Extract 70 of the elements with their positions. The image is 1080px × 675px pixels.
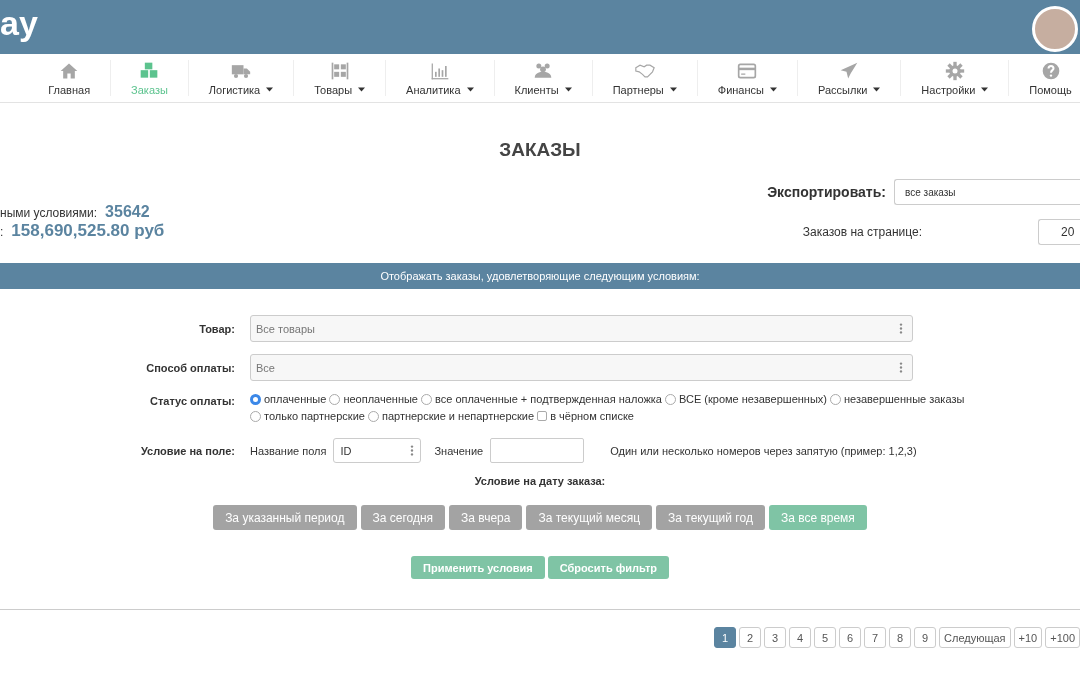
nav-item[interactable]: Помощь bbox=[1009, 60, 1080, 96]
product-label: Товар: bbox=[198, 322, 236, 335]
value-field[interactable] bbox=[490, 438, 585, 463]
option-label: все оплаченные + подтвержденная наложка bbox=[435, 393, 662, 405]
nav-item[interactable]: Главная bbox=[28, 60, 112, 96]
page-title: ЗАКАЗЫ bbox=[498, 139, 582, 161]
page-button[interactable]: 9 bbox=[914, 627, 936, 648]
date-condition-label: Условие на дату заказа: bbox=[473, 475, 607, 487]
nav-item[interactable]: Логистика bbox=[188, 60, 295, 96]
gear-icon bbox=[944, 60, 965, 81]
export-select[interactable]: все заказы bbox=[894, 179, 1080, 205]
per-page-field[interactable]: 20 bbox=[1038, 219, 1080, 245]
radio-button[interactable] bbox=[665, 393, 676, 405]
hint-text: Один или несколько номеров через запятую (пример: 1,2,3) bbox=[610, 444, 917, 457]
page-button[interactable]: Следующая bbox=[939, 627, 1011, 648]
option-label: оплаченные bbox=[264, 393, 327, 405]
page-button[interactable]: 7 bbox=[864, 627, 886, 648]
nav-item[interactable]: Партнеры bbox=[592, 60, 698, 96]
product-select[interactable]: Все товары bbox=[250, 315, 913, 342]
dots-icon bbox=[899, 362, 903, 373]
option-label: ВСЕ (кроме незавершенных) bbox=[679, 393, 827, 405]
page-button[interactable]: 5 bbox=[814, 627, 836, 648]
page-button[interactable]: 1 bbox=[714, 627, 736, 648]
payment-status-label: Статус оплаты: bbox=[148, 394, 236, 407]
summary-value: 35642 bbox=[105, 203, 150, 221]
summary-label: ными условиями: bbox=[0, 206, 98, 220]
radio-button[interactable] bbox=[367, 410, 379, 422]
field-name-label: Название поля bbox=[250, 444, 327, 457]
nav-item[interactable]: Настройки bbox=[901, 60, 1010, 96]
nav-item[interactable]: Рассылки bbox=[797, 60, 902, 96]
option-label: в чёрном списке bbox=[550, 410, 634, 422]
dots-icon bbox=[410, 445, 415, 456]
page-button[interactable]: 2 bbox=[739, 627, 761, 648]
summary-label: : bbox=[0, 225, 4, 239]
payment-method-select[interactable]: Все bbox=[250, 354, 913, 381]
option-label: только партнерские bbox=[264, 410, 365, 422]
shelves-icon bbox=[329, 60, 350, 81]
field-name-select[interactable]: ID bbox=[333, 438, 422, 463]
option-label: неоплаченные bbox=[343, 393, 418, 405]
page-button[interactable]: 3 bbox=[764, 627, 786, 648]
logo[interactable]: ay bbox=[0, 6, 38, 40]
page-button[interactable]: +10 bbox=[1013, 627, 1043, 648]
page-button[interactable]: 6 bbox=[839, 627, 861, 648]
page-button[interactable]: +100 bbox=[1045, 627, 1080, 648]
value-label: Значение bbox=[434, 444, 484, 457]
per-page-label: Заказов на странице: bbox=[802, 225, 922, 239]
nav-item[interactable]: Финансы bbox=[697, 60, 798, 96]
question-icon bbox=[1040, 60, 1061, 81]
boxes-icon bbox=[139, 60, 160, 81]
radio-button[interactable] bbox=[250, 393, 261, 405]
checkbox[interactable] bbox=[537, 411, 548, 421]
export-label: Экспортировать: bbox=[767, 184, 886, 200]
payment-method-label: Способ оплаты: bbox=[145, 361, 236, 374]
page-button[interactable]: 4 bbox=[789, 627, 811, 648]
radio-button[interactable] bbox=[250, 410, 261, 422]
option-label: незавершенные заказы bbox=[843, 393, 965, 405]
field-condition-label: Условие на поле: bbox=[139, 444, 236, 457]
option-label: партнерские и непартнерские bbox=[381, 410, 535, 422]
page-button[interactable]: 8 bbox=[889, 627, 911, 648]
radio-button[interactable] bbox=[829, 393, 841, 405]
radio-button[interactable] bbox=[329, 393, 341, 405]
nav-item[interactable]: Аналитика bbox=[386, 60, 495, 96]
filter-bar: Отображать заказы, удовлетворяющие следующим условиям: bbox=[0, 263, 1080, 289]
summary-value: 158,690,525.80 руб bbox=[11, 221, 165, 241]
avatar[interactable] bbox=[1032, 6, 1078, 52]
nav-item[interactable]: Товары bbox=[294, 60, 387, 96]
radio-button[interactable] bbox=[421, 393, 432, 405]
dots-icon bbox=[899, 323, 903, 334]
nav-item[interactable]: Клиенты bbox=[494, 60, 593, 96]
paper-plane-icon bbox=[839, 60, 860, 81]
